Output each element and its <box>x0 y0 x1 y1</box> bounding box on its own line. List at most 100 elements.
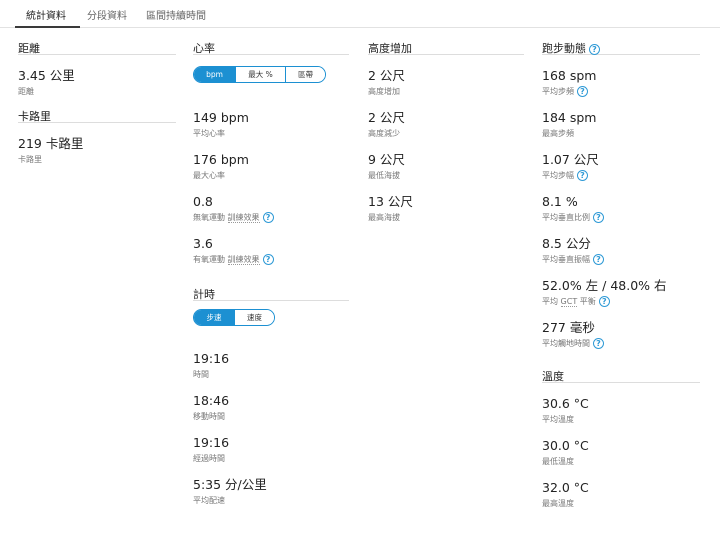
stat-elapsed-time: 19:16 經過時間 <box>193 434 349 476</box>
label-text: 平均垂直比例 <box>542 213 590 222</box>
stat-value: 277 毫秒 <box>542 320 595 335</box>
section-title-elevation: 高度增加 <box>368 40 524 55</box>
section-title-timing: 計時 <box>193 286 349 301</box>
stat-label: 平均心率 <box>193 129 225 138</box>
tab-time-in-zones[interactable]: 區間持續時間 <box>146 7 206 28</box>
toggle-max-percent[interactable]: 最大 % <box>235 67 285 82</box>
stat-vertical-oscillation: 8.5 公分 平均垂直振幅? <box>542 235 700 277</box>
timing-unit-toggle: 步速 速度 <box>193 309 275 326</box>
stat-value: 168 spm <box>542 68 597 83</box>
gct-link[interactable]: GCT <box>560 297 578 307</box>
stat-vertical-ratio: 8.1 % 平均垂直比例? <box>542 193 700 235</box>
stat-value: 8.1 % <box>542 194 578 209</box>
column-elevation: 高度增加 2 公尺 高度增加 2 公尺 高度減少 9 公尺 最低海拔 13 公尺… <box>368 40 524 235</box>
stat-label: 平均觸地時間? <box>542 338 700 349</box>
stat-label: 高度增加 <box>368 87 400 96</box>
stat-elev-gain: 2 公尺 高度增加 <box>368 67 524 109</box>
toggle-pace[interactable]: 步速 <box>194 310 234 325</box>
stat-label: 移動時間 <box>193 412 225 421</box>
toggle-bpm[interactable]: bpm <box>194 67 235 82</box>
toggle-zones[interactable]: 區帶 <box>285 67 325 82</box>
training-effect-link[interactable]: 訓練效果 <box>227 213 260 223</box>
stat-ground-contact-time: 277 毫秒 平均觸地時間? <box>542 319 700 361</box>
training-effect-link[interactable]: 訓練效果 <box>227 255 260 265</box>
stat-value: 1.07 公尺 <box>542 152 599 167</box>
stat-value: 184 spm <box>542 110 597 125</box>
tab-statistics[interactable]: 統計資料 <box>15 7 80 28</box>
tab-splits[interactable]: 分段資料 <box>87 7 127 28</box>
stat-avg-stride: 1.07 公尺 平均步幅? <box>542 151 700 193</box>
label-text: 平均步幅 <box>542 171 574 180</box>
column-distance-calories: 距離 3.45 公里 距離 卡路里 219 卡路里 卡路里 <box>18 40 176 177</box>
stat-label: 最高步頻 <box>542 129 574 138</box>
section-title-running-dynamics: 跑步動態? <box>542 40 700 55</box>
help-icon[interactable]: ? <box>598 296 610 307</box>
stat-aerobic-te: 3.6 有氧運動 訓練效果? <box>193 235 349 277</box>
stat-value: 52.0% 左 / 48.0% 右 <box>542 278 667 293</box>
stat-max-cadence: 184 spm 最高步頻 <box>542 109 700 151</box>
section-title-text: 跑步動態 <box>542 42 586 55</box>
stat-max-temp: 32.0 °C 最高溫度 <box>542 479 700 521</box>
stat-value: 0.8 <box>193 194 213 209</box>
stat-distance: 3.45 公里 距離 <box>18 67 176 109</box>
help-icon[interactable]: ? <box>577 170 588 181</box>
stat-label: 距離 <box>18 87 34 96</box>
help-icon[interactable]: ? <box>593 254 604 265</box>
stat-label: 平均垂直振幅? <box>542 254 700 265</box>
stat-avg-temp: 30.6 °C 平均溫度 <box>542 395 700 437</box>
stat-label: 經過時間 <box>193 454 225 463</box>
section-title-heart-rate: 心率 <box>193 40 349 55</box>
stat-value: 3.6 <box>193 236 213 251</box>
section-title-distance: 距離 <box>18 40 176 55</box>
stat-value: 9 公尺 <box>368 152 405 167</box>
stat-value: 18:46 <box>193 393 230 408</box>
help-icon[interactable]: ? <box>593 338 604 349</box>
section-title-calories: 卡路里 <box>18 108 176 123</box>
stat-label: 平均垂直比例? <box>542 212 700 223</box>
toggle-speed[interactable]: 速度 <box>234 310 274 325</box>
stat-calories: 219 卡路里 卡路里 <box>18 135 176 177</box>
help-icon[interactable]: ? <box>593 212 604 223</box>
stat-anaerobic-te: 0.8 無氧運動 訓練效果? <box>193 193 349 235</box>
tab-bar: 統計資料 分段資料 區間持續時間 <box>0 0 720 28</box>
stat-label: 高度減少 <box>368 129 400 138</box>
stat-value: 32.0 °C <box>542 480 589 495</box>
stat-label: 卡路里 <box>18 155 42 164</box>
section-title-temperature: 溫度 <box>542 368 700 383</box>
help-icon[interactable]: ? <box>577 86 588 97</box>
stat-label: 平均步幅? <box>542 170 700 181</box>
stat-label: 最高海拔 <box>368 213 400 222</box>
stat-avg-cadence: 168 spm 平均步頻? <box>542 67 700 109</box>
label-text: 平均垂直振幅 <box>542 255 590 264</box>
stat-label: 時間 <box>193 370 209 379</box>
stat-avg-heart-rate: 149 bpm 平均心率 <box>193 109 349 151</box>
stat-label: 平均步頻? <box>542 86 700 97</box>
stat-label: 有氧運動 訓練效果? <box>193 254 349 265</box>
column-running-dynamics-temperature: 跑步動態? 168 spm 平均步頻? 184 spm 最高步頻 1.07 公尺… <box>542 40 700 521</box>
label-prefix: 無氧運動 <box>193 213 225 222</box>
stat-min-elev: 9 公尺 最低海拔 <box>368 151 524 193</box>
stat-value: 5:35 分/公里 <box>193 477 267 492</box>
help-icon[interactable]: ? <box>262 212 274 223</box>
stat-label: 最高溫度 <box>542 499 574 508</box>
stat-value: 2 公尺 <box>368 68 405 83</box>
stat-value: 176 bpm <box>193 152 249 167</box>
label-text: 平均觸地時間 <box>542 339 590 348</box>
stat-max-elev: 13 公尺 最高海拔 <box>368 193 524 235</box>
stat-gct-balance: 52.0% 左 / 48.0% 右 平均 GCT 平衡? <box>542 277 700 319</box>
stat-avg-pace: 5:35 分/公里 平均配速 <box>193 476 349 518</box>
stat-moving-time: 18:46 移動時間 <box>193 392 349 434</box>
stat-max-heart-rate: 176 bpm 最大心率 <box>193 151 349 193</box>
stat-elev-loss: 2 公尺 高度減少 <box>368 109 524 151</box>
stat-label: 無氧運動 訓練效果? <box>193 212 349 223</box>
label-prefix: 有氧運動 <box>193 255 225 264</box>
help-icon[interactable]: ? <box>589 43 600 55</box>
stat-value: 30.6 °C <box>542 396 589 411</box>
help-icon[interactable]: ? <box>262 254 274 265</box>
stat-value: 13 公尺 <box>368 194 413 209</box>
stat-label: 平均溫度 <box>542 415 574 424</box>
label-text: 平均步頻 <box>542 87 574 96</box>
stat-value: 219 卡路里 <box>18 136 84 151</box>
stat-value: 8.5 公分 <box>542 236 591 251</box>
stat-label: 最大心率 <box>193 171 225 180</box>
